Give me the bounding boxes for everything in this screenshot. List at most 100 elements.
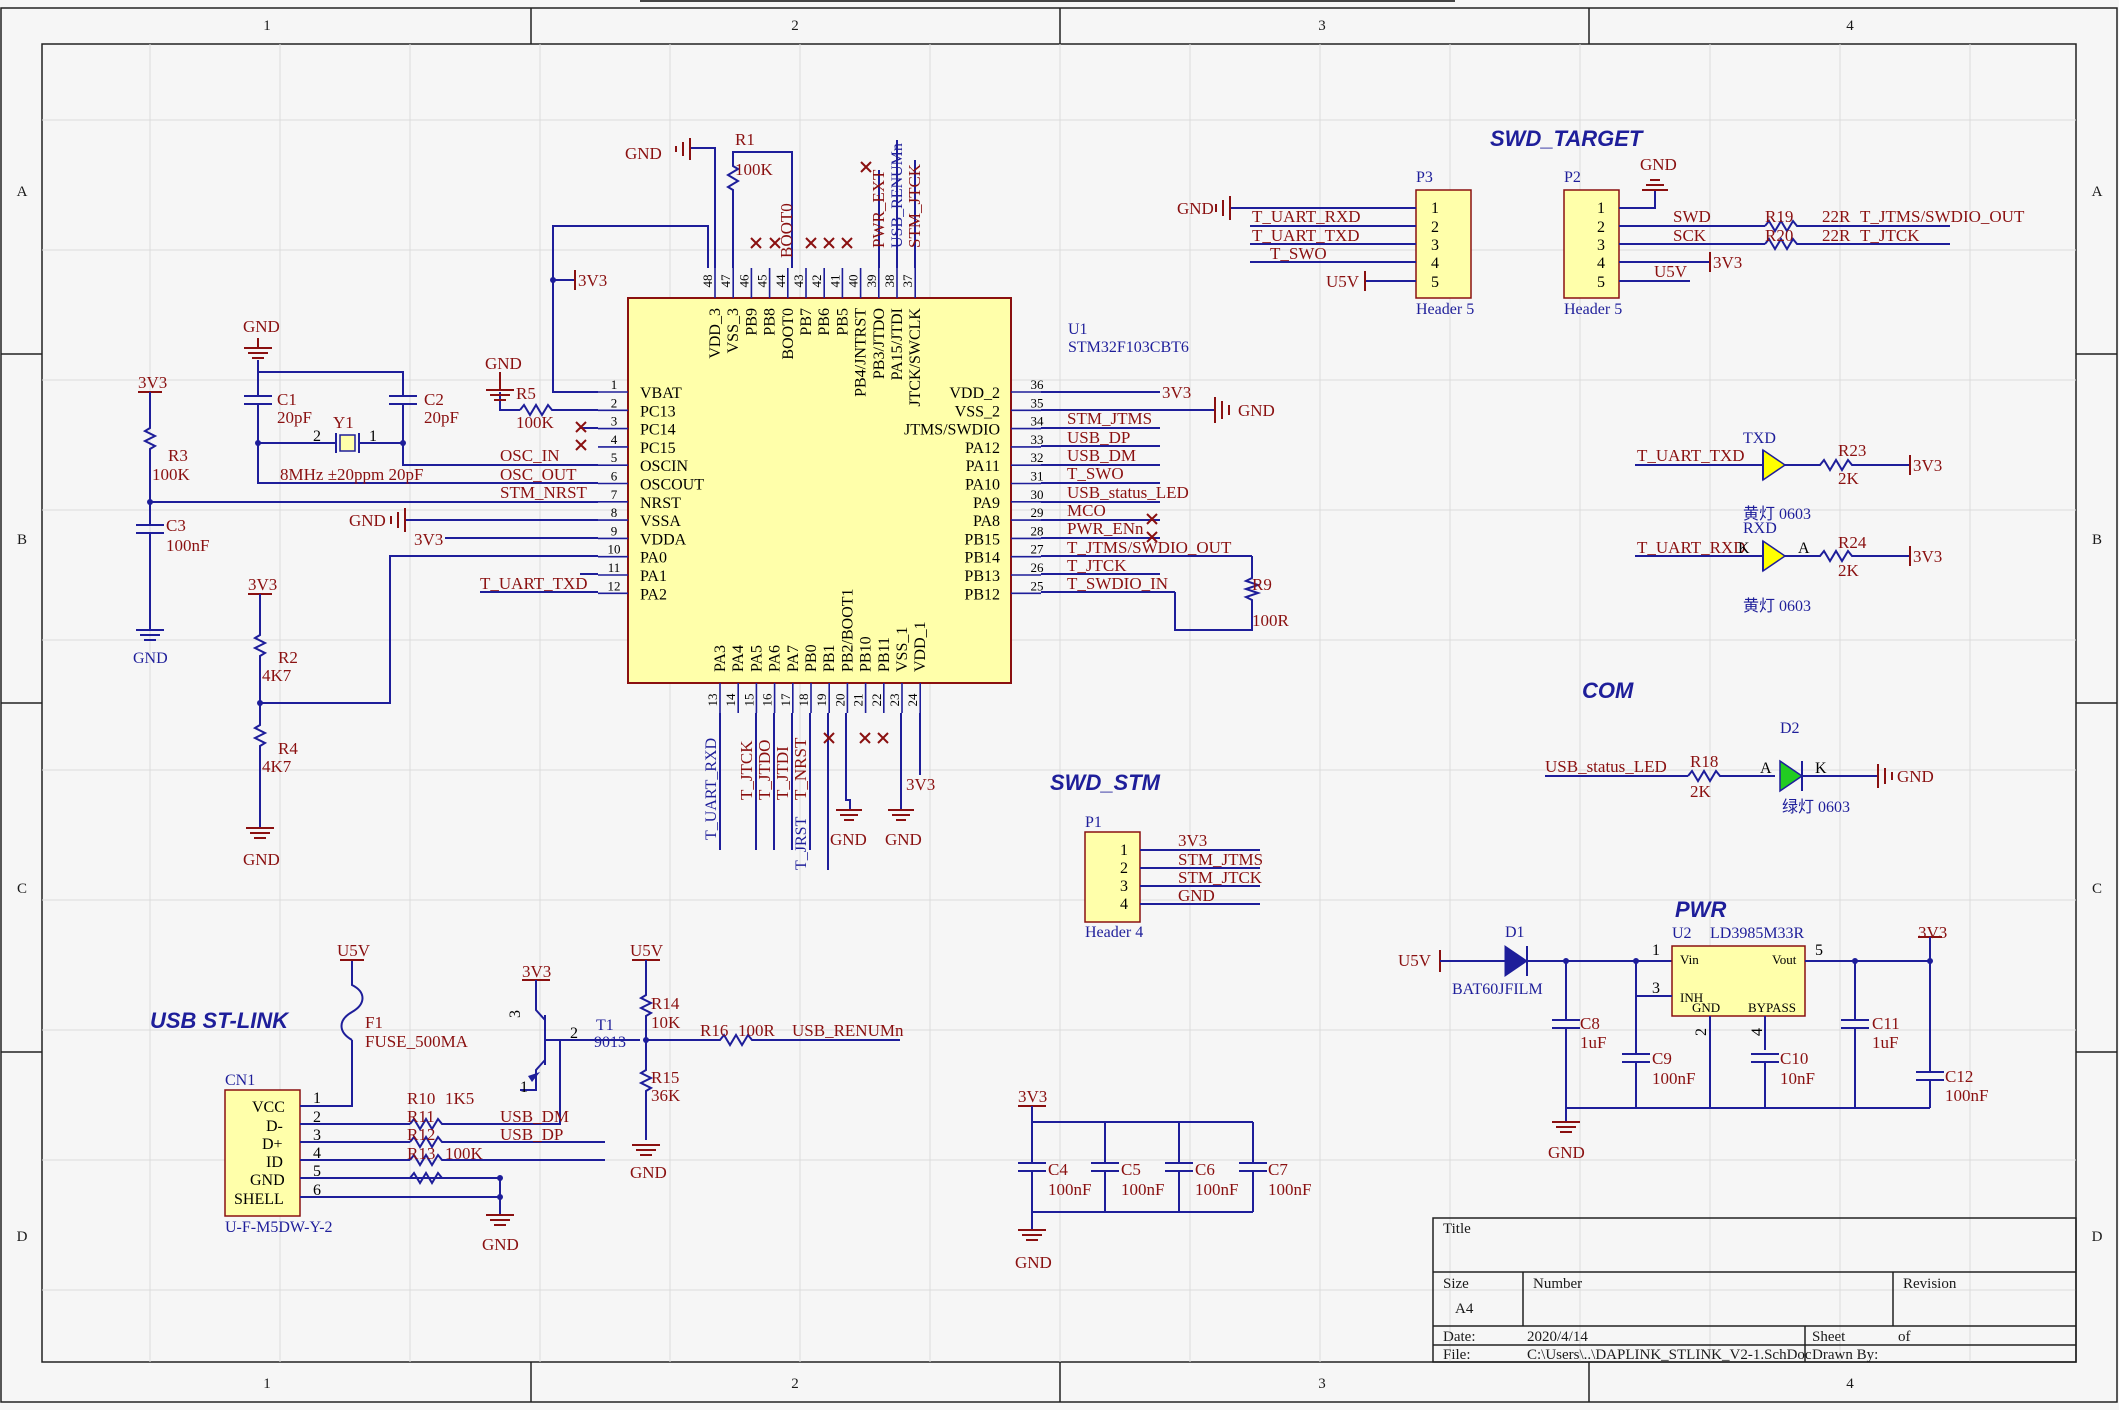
led-rxd-k: K [1738,540,1750,557]
u1-pin-47-name: VSS_3 [725,308,742,353]
c8-val: 1uF [1580,1033,1606,1052]
u1-pin-32-num: 32 [1031,450,1044,465]
c12-val: 100nF [1945,1086,1988,1105]
net-t-jtdo: T_JTDO [755,740,774,800]
c12-ref: C12 [1945,1067,1973,1086]
led-txd-net: T_UART_TXD [1637,446,1745,465]
d2-gnd: GND [1897,767,1934,786]
net-t-jrst: T_JRST [793,816,810,870]
col-label-top-3: 3 [1318,18,1326,34]
r18-val: 2K [1690,782,1712,801]
u1-pin-21-name: PB10 [858,636,875,672]
r1-ref: R1 [735,130,755,149]
u1-pin-24-name: VDD_1 [912,621,929,672]
svg-text:2: 2 [1597,219,1605,236]
r10-val: 1K5 [445,1089,474,1108]
u1-pin-12-name: PA2 [640,586,667,603]
gnd-bot-2: GND [885,830,922,849]
com-net-status: USB_status_LED [1545,757,1667,776]
svg-text:GND: GND [1692,1000,1720,1015]
f1-ref: F1 [365,1013,383,1032]
tb-date-label: Date: [1443,1329,1475,1345]
net-stm-jtms: STM_JTMS [1067,409,1152,428]
row-label-right-b: B [2092,532,2102,548]
usb-dm-net: USB_DM [500,1107,569,1126]
p2-out-swdio: T_JTMS/SWDIO_OUT [1860,207,2025,226]
net-t-swo: T_SWO [1067,464,1124,483]
svg-text:5: 5 [1431,274,1439,291]
row-label-left-c: C [17,881,27,897]
osc-gnd: GND [243,317,280,336]
u2-ref: U2 [1672,925,1692,942]
cn1-ref: CN1 [225,1072,255,1089]
u2-3v3: 3V3 [1918,923,1947,942]
u1-pin-16-num: 16 [760,693,775,707]
u1-pin-39-name: PB3/JTDO [871,308,888,379]
net-t-jtck-bot: T_JTCK [737,740,756,800]
c10-val: 10nF [1780,1069,1815,1088]
u1-pin-39-num: 39 [864,275,879,288]
c5-ref: C5 [1121,1160,1141,1179]
svg-text:2: 2 [570,1025,578,1042]
p2-net-swd: SWD [1673,207,1711,226]
svg-text:1: 1 [1652,942,1660,959]
u1-pin-7-num: 7 [611,487,618,502]
r5-val: 100K [516,413,555,432]
u1-pin-10-name: PA0 [640,550,667,567]
usb-renumn-net: USB_RENUMn [792,1021,904,1040]
net-boot0: BOOT0 [777,203,796,258]
u1-pin-29-num: 29 [1031,505,1044,520]
svg-text:3: 3 [1652,980,1660,997]
schematic-sheet: 1 2 3 4 1 2 3 4 A B C D A B C D U1 STM32… [0,0,2119,1405]
r3-ref: R3 [168,446,188,465]
r24-ref: R24 [1838,533,1867,552]
net-stm-nrst: STM_NRST [500,483,588,502]
r3-val: 100K [152,465,191,484]
r23-3v3: 3V3 [1913,456,1942,475]
svg-text:BYPASS: BYPASS [1748,1000,1796,1015]
led-txd-label: TXD [1743,430,1776,447]
led-rxd-label: RXD [1743,520,1777,537]
svg-text:1: 1 [1597,200,1605,217]
r1-val: 100K [735,160,774,179]
u1-pin-44-name: BOOT0 [780,308,797,360]
dec-3v3: 3V3 [1018,1087,1047,1106]
cn1-part: U-F-M5DW-Y-2 [225,1219,333,1236]
u1-pin-19-num: 19 [814,694,829,707]
u1-pin-7-name: NRST [640,495,681,512]
u1-pin-23-name: VSS_1 [894,627,911,672]
p1-net-3v3: 3V3 [1178,831,1207,850]
u1-pin-47-num: 47 [718,274,733,288]
net-pwr-enn: PWR_ENn [1067,519,1144,538]
u1-pin-11-num: 11 [608,560,621,575]
u1-pin-15-num: 15 [741,694,756,707]
u1-pin-31-num: 31 [1031,469,1044,484]
u1-pin-25-name: PB12 [964,586,1000,603]
d1-ref: D1 [1505,924,1525,941]
u1-pin-44-num: 44 [773,274,788,288]
svg-text:4: 4 [1431,255,1439,272]
u1-pin-48-num: 48 [700,275,715,288]
c11-val: 1uF [1872,1033,1898,1052]
u1-pin-34-num: 34 [1031,414,1045,429]
u1-pin-8-name: VSSA [640,513,681,530]
r2-3v3: 3V3 [248,575,277,594]
u1-pin-21-num: 21 [851,694,866,707]
p2-3v3: 3V3 [1713,253,1742,272]
p3-body [1415,189,1472,299]
row-label-left-a: A [17,184,28,200]
u1-pin-9-num: 9 [611,523,618,538]
net-usb-renumn-top: USB_RENUMn [889,143,906,248]
col-label-bottom-3: 3 [1318,1376,1326,1392]
u1-pin-43-name: PB7 [798,308,815,336]
svg-text:5: 5 [1597,274,1605,291]
u1-part: STM32F103CBT6 [1068,339,1189,356]
p2-name: Header 5 [1564,301,1622,318]
r24-val: 2K [1838,561,1860,580]
u1-pin-43-num: 43 [791,275,806,288]
tb-size: Size [1443,1276,1469,1292]
u1-pin-32-name: PA11 [966,458,1000,475]
d1-val: BAT60JFILM [1452,981,1543,998]
svg-text:1: 1 [313,1090,321,1107]
r18-ref: R18 [1690,752,1718,771]
